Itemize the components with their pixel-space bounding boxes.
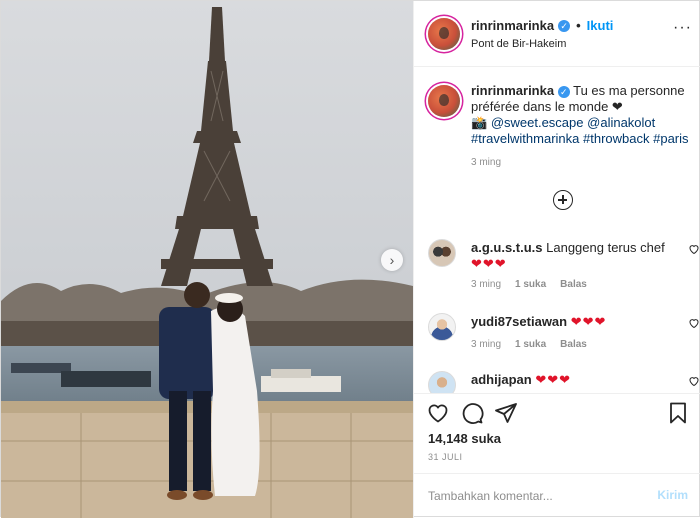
heart-emojis: ❤❤❤	[535, 372, 571, 387]
author-username[interactable]: rinrinmarinka	[471, 18, 554, 33]
caption-username[interactable]: rinrinmarinka	[471, 83, 554, 98]
post-comment-button[interactable]: Kirim	[657, 488, 688, 502]
comment-body: Langgeng terus chef	[546, 240, 665, 255]
comment-avatar[interactable]	[428, 313, 456, 341]
post-actions: 14,148 suka 31 JULI	[414, 393, 700, 473]
comment-text: a.g.u.s.t.u.s Langgeng terus chef ❤❤❤	[471, 240, 676, 272]
mention-link[interactable]: @alinakolot	[587, 115, 655, 130]
eiffel-tower-photo	[1, 1, 413, 518]
camera-emoji: 📸	[471, 115, 488, 130]
like-comment-heart-icon[interactable]	[688, 317, 700, 329]
caption-text: rinrinmarinka ✓ Tu es ma personne préfér…	[471, 83, 700, 147]
share-paper-plane-icon[interactable]	[494, 401, 518, 425]
post-photo[interactable]: ›	[1, 1, 413, 518]
verified-badge-icon: ✓	[557, 86, 570, 98]
caption-avatar[interactable]	[428, 85, 460, 117]
comment-username[interactable]: yudi87setiawan	[471, 314, 567, 329]
next-photo-button[interactable]: ›	[381, 249, 403, 271]
comment-time[interactable]: 3 ming	[471, 339, 501, 350]
comment-meta: 3 ming 1 suka Balas	[471, 339, 587, 350]
load-more-comments-button[interactable]	[553, 190, 573, 210]
reply-button[interactable]: Balas	[560, 339, 587, 350]
comment-likes[interactable]: 1 suka	[515, 339, 546, 350]
comment-time[interactable]: 3 ming	[471, 279, 501, 290]
add-comment-input[interactable]	[428, 486, 648, 506]
comment-username[interactable]: adhijapan	[471, 372, 532, 387]
mention-link[interactable]: @sweet.escape	[491, 115, 584, 130]
comment-avatar[interactable]	[428, 371, 456, 393]
like-comment-heart-icon[interactable]	[688, 243, 700, 255]
comment-likes[interactable]: 1 suka	[515, 279, 546, 290]
comments-area[interactable]: rinrinmarinka ✓ Tu es ma personne préfér…	[414, 67, 700, 393]
save-bookmark-icon[interactable]	[666, 401, 690, 425]
comment-avatar[interactable]	[428, 239, 456, 267]
post-side-panel: rinrinmarinka ✓ • Ikuti Pont de Bir-Hake…	[413, 1, 700, 518]
hashtag-link[interactable]: #paris	[653, 131, 688, 146]
comment-text: yudi87setiawan ❤❤❤	[471, 314, 676, 330]
caption-timestamp[interactable]: 3 ming	[471, 157, 501, 168]
post-date[interactable]: 31 JULI	[428, 452, 463, 462]
comment-text: adhijapan ❤❤❤	[471, 372, 676, 388]
reply-button[interactable]: Balas	[560, 279, 587, 290]
add-comment-bar: Kirim	[414, 473, 700, 518]
hashtag-link[interactable]: #travelwithmarinka	[471, 131, 579, 146]
heart-emojis: ❤❤❤	[570, 314, 607, 329]
comment-bubble-icon[interactable]	[460, 401, 484, 425]
avatar[interactable]	[428, 18, 460, 50]
verified-badge-icon: ✓	[558, 19, 571, 32]
comment-meta: 3 ming 1 suka Balas	[471, 279, 587, 290]
follow-button[interactable]: Ikuti	[587, 18, 614, 33]
like-heart-icon[interactable]	[426, 401, 450, 425]
post-header: rinrinmarinka ✓ • Ikuti Pont de Bir-Hake…	[414, 1, 700, 67]
location-link[interactable]: Pont de Bir-Hakeim	[471, 38, 566, 50]
like-comment-heart-icon[interactable]	[688, 375, 700, 387]
comment-username[interactable]: a.g.u.s.t.u.s	[471, 240, 543, 255]
post-author: rinrinmarinka ✓ • Ikuti	[471, 18, 613, 33]
instagram-post: › rinrinmarinka ✓ • Ikuti Pont de Bir-Ha…	[0, 0, 700, 518]
more-options-icon[interactable]: ···	[673, 19, 692, 37]
heart-emojis: ❤❤❤	[471, 256, 507, 271]
likes-count[interactable]: 14,148 suka	[428, 431, 501, 446]
separator-dot: •	[576, 18, 581, 33]
hashtag-link[interactable]: #throwback	[583, 131, 649, 146]
